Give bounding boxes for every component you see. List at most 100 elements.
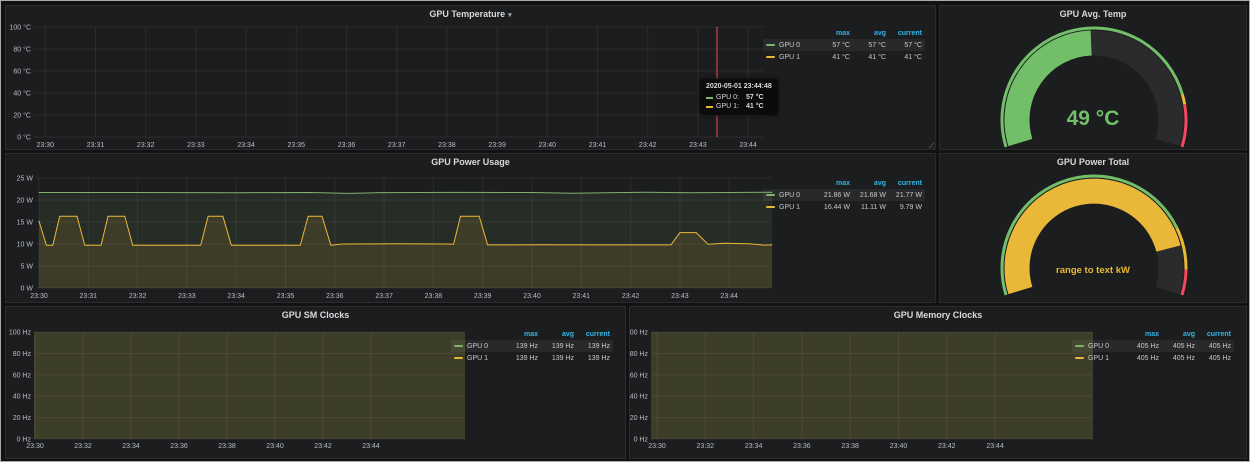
series-color-swatch	[454, 345, 463, 347]
svg-text:100 °C: 100 °C	[10, 24, 31, 32]
legend-header[interactable]: max	[1123, 331, 1159, 338]
legend-header[interactable]: avg	[850, 30, 886, 37]
legend-row: GPU 057 °C57 °C57 °C	[763, 39, 925, 51]
svg-text:23:43: 23:43	[671, 293, 689, 300]
legend-series-name[interactable]: GPU 0	[766, 192, 814, 199]
legend-value: 57 °C	[814, 42, 850, 49]
svg-text:60 °C: 60 °C	[13, 68, 31, 76]
svg-text:23:42: 23:42	[622, 293, 640, 300]
svg-text:100 Hz: 100 Hz	[630, 330, 648, 337]
power-usage-legend: maxavgcurrentGPU 021.86 W21.68 W21.77 WG…	[763, 178, 925, 213]
panel-title-gpu-power-total[interactable]: GPU Power Total	[940, 157, 1246, 167]
legend-header[interactable]: max	[502, 331, 538, 338]
legend-value: 16.44 W	[814, 204, 850, 211]
svg-text:23:38: 23:38	[425, 293, 443, 300]
svg-text:23:40: 23:40	[266, 443, 284, 450]
legend-series-name[interactable]: GPU 0	[766, 42, 814, 49]
svg-text:0 Hz: 0 Hz	[634, 437, 649, 444]
legend-series-name[interactable]: GPU 1	[766, 204, 814, 211]
legend-value: 405 Hz	[1159, 355, 1195, 362]
svg-text:23:43: 23:43	[689, 142, 707, 149]
legend-value: 21.86 W	[814, 192, 850, 199]
legend-header[interactable]: avg	[850, 180, 886, 187]
legend-value: 405 Hz	[1123, 343, 1159, 350]
svg-text:23:41: 23:41	[589, 142, 607, 149]
svg-text:23:41: 23:41	[573, 293, 591, 300]
svg-text:23:30: 23:30	[26, 443, 44, 450]
x-axis-labels: 23:3023:3223:3423:3623:3823:4023:4223:44	[648, 443, 1004, 450]
legend-series-name[interactable]: GPU 0	[454, 343, 502, 350]
legend-header[interactable]: current	[886, 30, 922, 37]
legend-row: GPU 1139 Hz139 Hz139 Hz	[451, 352, 613, 364]
gauge-value-text: 49 °C	[940, 107, 1246, 131]
svg-text:23:44: 23:44	[739, 142, 757, 149]
legend-value: 41 °C	[886, 54, 922, 61]
sm-clocks-legend: maxavgcurrentGPU 0139 Hz139 Hz139 HzGPU …	[451, 329, 613, 364]
svg-text:23:34: 23:34	[227, 293, 245, 300]
svg-text:23:34: 23:34	[122, 443, 140, 450]
svg-text:25 W: 25 W	[17, 176, 34, 183]
svg-text:60 Hz: 60 Hz	[630, 372, 648, 379]
svg-text:23:44: 23:44	[720, 293, 738, 300]
svg-text:40 Hz: 40 Hz	[630, 394, 648, 401]
svg-text:23:40: 23:40	[523, 293, 541, 300]
svg-text:15 W: 15 W	[17, 220, 34, 227]
legend-series-name[interactable]: GPU 1	[454, 355, 502, 362]
svg-text:23:44: 23:44	[986, 443, 1004, 450]
legend-row: GPU 116.44 W11.11 W9.79 W	[763, 201, 925, 213]
legend-series-name[interactable]: GPU 1	[1075, 355, 1123, 362]
svg-text:20 W: 20 W	[17, 198, 34, 205]
legend-value: 405 Hz	[1123, 355, 1159, 362]
svg-text:23:42: 23:42	[314, 443, 332, 450]
legend-series-name[interactable]: GPU 1	[766, 54, 814, 61]
legend-row: GPU 1405 Hz405 Hz405 Hz	[1072, 352, 1234, 364]
y-axis-labels: 0 Hz20 Hz40 Hz60 Hz80 Hz100 Hz	[9, 330, 32, 444]
svg-text:23:39: 23:39	[474, 293, 492, 300]
svg-text:40 Hz: 40 Hz	[13, 394, 32, 401]
panel-title-gpu-avg-temp[interactable]: GPU Avg. Temp	[940, 9, 1246, 19]
svg-text:23:42: 23:42	[639, 142, 657, 149]
legend-header[interactable]: avg	[1159, 331, 1195, 338]
legend-header[interactable]: max	[814, 30, 850, 37]
tooltip-series-row: GPU 1:41 °C	[706, 102, 772, 111]
panel-title-gpu-temperature[interactable]: GPU Temperature▾	[6, 9, 935, 19]
temperature-legend: maxavgcurrentGPU 057 °C57 °C57 °CGPU 141…	[763, 28, 925, 63]
gauge-value-text: range to text kW	[940, 265, 1246, 276]
legend-value: 139 Hz	[502, 355, 538, 362]
svg-text:23:35: 23:35	[288, 142, 306, 149]
svg-text:23:30: 23:30	[30, 293, 48, 300]
panel-title-gpu-sm-clocks[interactable]: GPU SM Clocks	[6, 310, 625, 320]
power-usage-chart-canvas[interactable]: 0 W5 W10 W15 W20 W25 W23:3023:3123:3223:…	[6, 154, 936, 303]
svg-text:23:30: 23:30	[648, 443, 666, 450]
panel-gpu-avg-temp: GPU Avg. Temp 49 °C	[939, 5, 1247, 150]
legend-header[interactable]: avg	[538, 331, 574, 338]
svg-text:23:44: 23:44	[362, 443, 380, 450]
tooltip-series-row: GPU 0:57 °C	[706, 93, 772, 102]
svg-text:23:31: 23:31	[80, 293, 98, 300]
legend-header[interactable]: current	[1195, 331, 1231, 338]
legend-header[interactable]: current	[886, 180, 922, 187]
legend-header[interactable]: max	[814, 180, 850, 187]
legend-header-row: maxavgcurrent	[1072, 329, 1234, 340]
legend-series-name[interactable]: GPU 0	[1075, 343, 1123, 350]
y-axis-labels: 0 W5 W10 W15 W20 W25 W	[17, 176, 34, 293]
legend-row: GPU 0405 Hz405 Hz405 Hz	[1072, 340, 1234, 352]
svg-text:23:34: 23:34	[745, 443, 763, 450]
svg-text:0 W: 0 W	[21, 286, 34, 293]
panel-title-gpu-power-usage[interactable]: GPU Power Usage	[6, 157, 935, 167]
legend-value: 41 °C	[814, 54, 850, 61]
panel-title-gpu-memory-clocks[interactable]: GPU Memory Clocks	[630, 310, 1246, 320]
svg-text:60 Hz: 60 Hz	[13, 372, 32, 379]
legend-header[interactable]: current	[574, 331, 610, 338]
y-axis-labels: 0 °C20 °C40 °C60 °C80 °C100 °C	[10, 24, 31, 142]
series-areas	[39, 192, 772, 288]
legend-value: 139 Hz	[574, 343, 610, 350]
panel-resize-handle[interactable]	[927, 141, 934, 148]
panel-gpu-power-usage: GPU Power Usage 0 W5 W10 W15 W20 W25 W23…	[5, 153, 936, 303]
series-color-swatch	[706, 106, 713, 108]
svg-text:23:36: 23:36	[326, 293, 344, 300]
svg-text:23:32: 23:32	[129, 293, 147, 300]
series-color-swatch	[766, 194, 775, 196]
series-color-swatch	[1075, 345, 1084, 347]
legend-row: GPU 021.86 W21.68 W21.77 W	[763, 189, 925, 201]
